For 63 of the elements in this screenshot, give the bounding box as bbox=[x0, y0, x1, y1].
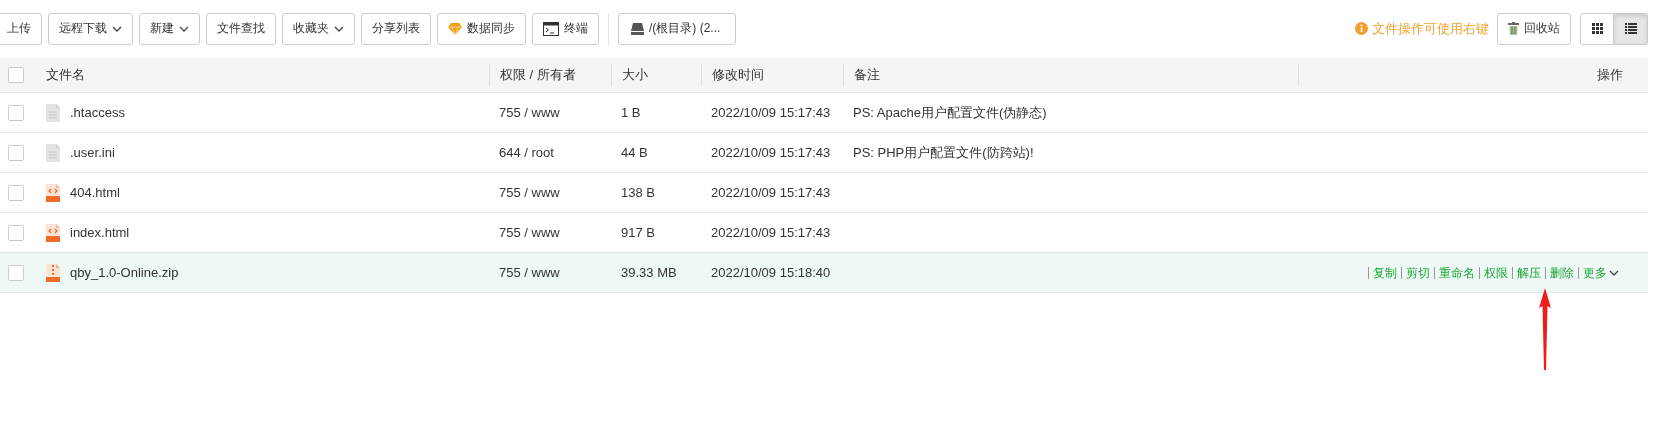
modified-time: 2022/10/09 15:17:43 bbox=[711, 145, 831, 160]
permission-owner: 755 / www bbox=[499, 225, 560, 240]
column-header: 大小 bbox=[622, 66, 648, 84]
permission-owner: 755 / www bbox=[499, 185, 560, 200]
list-view-icon bbox=[1624, 23, 1637, 34]
text-file-icon bbox=[46, 143, 60, 162]
html-file-icon bbox=[46, 223, 60, 242]
file-size: 39.33 MB bbox=[621, 265, 677, 280]
checkbox[interactable] bbox=[8, 67, 24, 83]
toolbar-button[interactable]: 远程下载 bbox=[48, 12, 133, 45]
file-name[interactable]: qby_1.0-Online.zip bbox=[70, 265, 179, 280]
permission-owner: 755 / www bbox=[499, 265, 560, 280]
view-toggle-button[interactable] bbox=[1614, 12, 1648, 45]
toolbar-button[interactable]: 数据同步 bbox=[437, 12, 526, 45]
grid-view-icon bbox=[1591, 23, 1603, 34]
checkbox[interactable] bbox=[8, 104, 24, 121]
file-size: 1 B bbox=[621, 105, 641, 120]
permission-owner: 755 / www bbox=[499, 105, 560, 120]
text-file-icon bbox=[46, 103, 60, 122]
modified-time: 2022/10/09 15:17:43 bbox=[711, 185, 831, 200]
modified-time: 2022/10/09 15:18:40 bbox=[711, 265, 831, 280]
gem-icon bbox=[448, 22, 462, 35]
file-name[interactable]: 404.html bbox=[70, 185, 120, 200]
column-header: 权限 / 所有者 bbox=[500, 66, 576, 84]
html-file-icon bbox=[46, 183, 60, 202]
toolbar-button[interactable]: 终端 bbox=[532, 12, 599, 45]
file-size: 44 B bbox=[621, 145, 648, 160]
column-header: 操作 bbox=[1597, 66, 1623, 84]
checkbox[interactable] bbox=[8, 264, 24, 281]
toolbar-button[interactable]: 新建 bbox=[139, 12, 200, 45]
file-size: 138 B bbox=[621, 185, 655, 200]
recycle-bin-button[interactable]: 回收站 bbox=[1497, 12, 1571, 45]
file-note: PS: PHP用户配置文件(防跨站)! bbox=[853, 143, 1034, 162]
zip-file-icon bbox=[46, 263, 60, 282]
toolbar-button[interactable]: 上传 bbox=[0, 12, 42, 45]
toolbar-button[interactable]: 文件查找 bbox=[206, 12, 276, 45]
file-name[interactable]: .user.ini bbox=[70, 145, 115, 160]
caret-icon bbox=[1609, 269, 1619, 276]
view-toggle-button[interactable] bbox=[1580, 12, 1614, 45]
hint-text: 文件操作可使用右键 bbox=[1372, 19, 1489, 38]
caret-icon bbox=[179, 25, 189, 32]
file-note: PS: Apache用户配置文件(伪静态) bbox=[853, 103, 1047, 122]
info-icon bbox=[1355, 22, 1368, 35]
checkbox[interactable] bbox=[8, 144, 24, 161]
terminal-icon bbox=[543, 21, 559, 36]
modified-time: 2022/10/09 15:17:43 bbox=[711, 225, 831, 240]
permission-owner: 644 / root bbox=[499, 145, 554, 160]
toolbar-button[interactable]: 分享列表 bbox=[361, 12, 431, 45]
caret-icon bbox=[112, 25, 122, 32]
caret-icon bbox=[334, 25, 344, 32]
column-header: 备注 bbox=[854, 66, 880, 84]
checkbox[interactable] bbox=[8, 184, 24, 201]
trash-icon bbox=[1508, 22, 1519, 35]
column-header: 修改时间 bbox=[712, 66, 764, 84]
file-name[interactable]: index.html bbox=[70, 225, 130, 240]
file-name[interactable]: .htaccess bbox=[70, 105, 125, 120]
column-header: 文件名 bbox=[46, 66, 85, 84]
drive-icon bbox=[631, 22, 644, 35]
checkbox[interactable] bbox=[8, 224, 24, 241]
modified-time: 2022/10/09 15:17:43 bbox=[711, 105, 831, 120]
toolbar-button[interactable]: 收藏夹 bbox=[282, 12, 355, 45]
file-size: 917 B bbox=[621, 225, 655, 240]
path-button[interactable]: /(根目录) (2... bbox=[618, 12, 737, 45]
